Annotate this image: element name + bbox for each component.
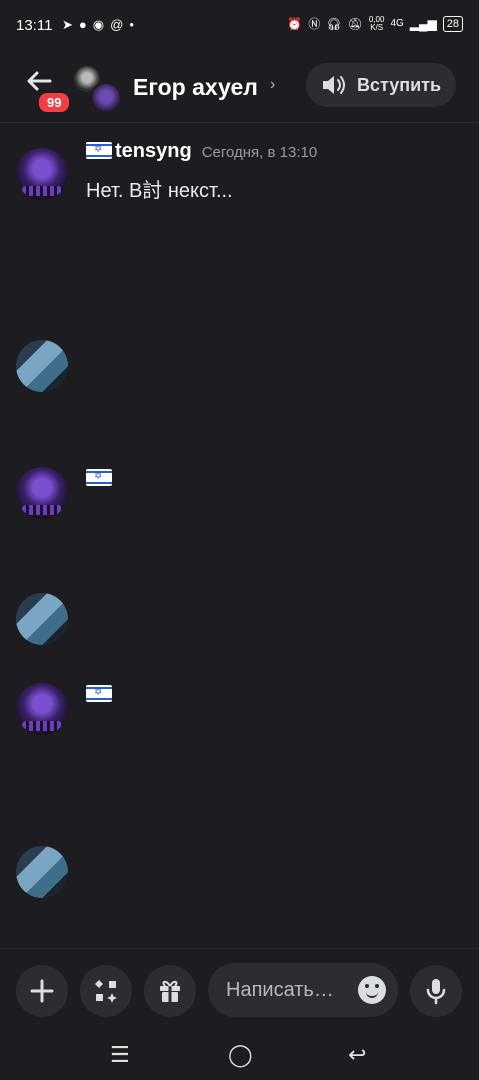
at-icon: @: [110, 17, 130, 32]
join-voice-button[interactable]: Вступить: [306, 63, 456, 107]
israel-flag-icon: [86, 142, 112, 159]
group-avatar[interactable]: [72, 64, 122, 114]
avatar[interactable]: [16, 683, 68, 735]
message-placeholder: Написать…: [226, 979, 334, 1001]
status-bar: 13:11 ➤●◉@• ⏰ Ⓝ 🎧︎ 🔕︎ 0,00 K/S 4G ▂▄▆ 28: [0, 0, 479, 52]
author-name[interactable]: [86, 683, 115, 706]
system-nav-bar: ☰ ◯ ↩: [0, 1030, 479, 1080]
status-time: 13:11: [16, 17, 53, 34]
signal-icon: ▂▄▆: [409, 16, 437, 31]
message-text[interactable]: Нет. В討 некст...: [86, 174, 233, 203]
recent-apps-icon[interactable]: ☰: [110, 1042, 130, 1068]
system-icons: ⏰ Ⓝ 🎧︎ 🔕︎ 0,00 K/S 4G ▂▄▆ 28: [287, 15, 463, 32]
gift-button[interactable]: [144, 965, 196, 1017]
back-icon[interactable]: ↩: [348, 1042, 366, 1068]
israel-flag-icon: [86, 469, 112, 486]
israel-flag-icon: [86, 685, 112, 702]
dot-icon: •: [129, 17, 140, 32]
avatar[interactable]: [16, 148, 68, 200]
member-avatar: [90, 82, 122, 114]
avatar[interactable]: [16, 340, 68, 392]
unread-badge: 99: [36, 90, 73, 115]
headphones-icon: 🎧︎: [326, 16, 342, 31]
network-label: 4G: [390, 18, 404, 29]
avatar[interactable]: [16, 593, 68, 645]
microphone-icon: [426, 979, 446, 1005]
home-icon[interactable]: ◯: [228, 1042, 253, 1068]
avatar[interactable]: [16, 467, 68, 519]
net-speed: 0,00 K/S: [368, 14, 385, 32]
discord-icon: ◉: [92, 17, 111, 32]
telegram-icon: ➤: [62, 17, 79, 32]
channel-title[interactable]: Егор ахуел: [133, 74, 258, 101]
emoji-icon[interactable]: [358, 976, 386, 1004]
voice-message-button[interactable]: [410, 965, 462, 1017]
message-input[interactable]: Написать…: [208, 963, 398, 1017]
message-timestamp: Сегодня, в 13:10: [201, 144, 318, 161]
plus-icon: [30, 979, 54, 1003]
gift-icon: [160, 980, 180, 1002]
author-name[interactable]: [86, 467, 115, 490]
author-name[interactable]: tensyng: [86, 140, 192, 163]
chevron-right-icon[interactable]: ›: [270, 76, 275, 94]
message-composer: Написать…: [0, 948, 479, 1029]
notification-icons: ➤●◉@•: [62, 17, 140, 33]
join-label: Вступить: [356, 74, 442, 95]
chat-icon: ●: [78, 17, 93, 32]
speaker-icon: [322, 76, 345, 94]
avatar[interactable]: [16, 846, 68, 898]
battery-indicator: 28: [442, 15, 463, 32]
channel-header: 99 Егор ахуел › Вступить: [0, 52, 479, 123]
mute-icon: 🔕︎: [347, 16, 363, 31]
apps-icon: [95, 980, 117, 1003]
add-attachment-button[interactable]: [16, 965, 68, 1017]
nfc-icon: Ⓝ: [308, 17, 321, 31]
apps-button[interactable]: [80, 965, 132, 1017]
alarm-icon: ⏰: [287, 16, 303, 31]
